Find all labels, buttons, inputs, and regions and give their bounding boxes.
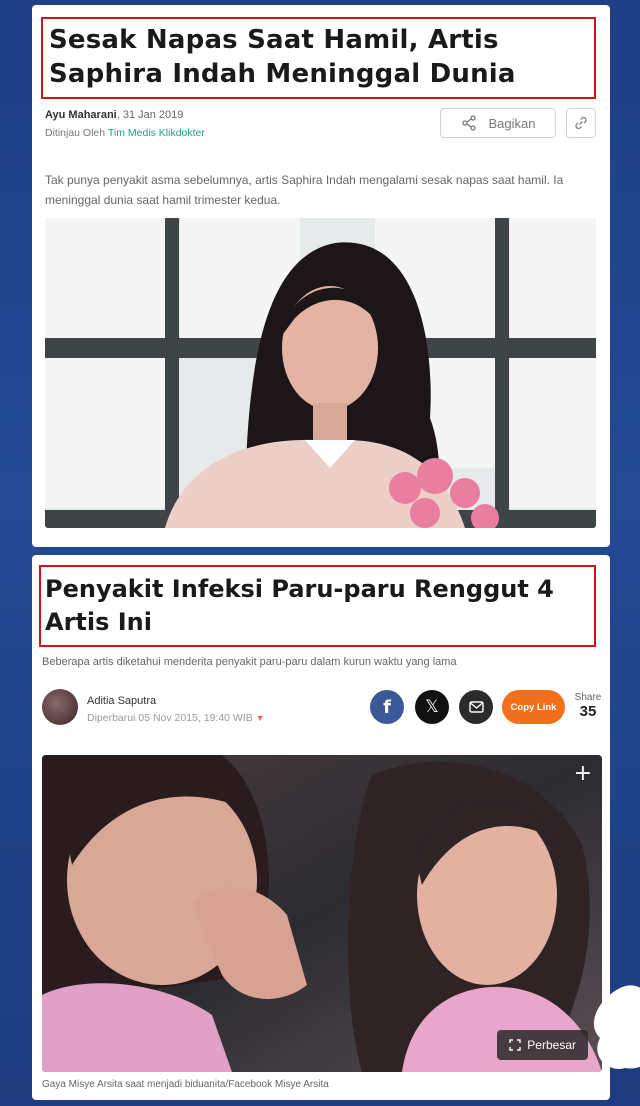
photo-illustration xyxy=(45,218,596,528)
article-headline[interactable]: Penyakit Infeksi Paru-paru Renggut 4 Art… xyxy=(41,567,594,645)
review-info: Ditinjau Oleh Tim Medis Klikdokter xyxy=(45,127,205,139)
photo-caption: Gaya Misye Arsita saat menjadi biduanita… xyxy=(42,1079,329,1090)
article-card-1: Sesak Napas Saat Hamil, Artis Saphira In… xyxy=(32,5,610,547)
chevron-down-icon[interactable]: ▼ xyxy=(256,713,265,723)
updated-text: Diperbarui 05 Nov 2015, 19:40 WIB xyxy=(87,712,253,724)
avatar[interactable] xyxy=(42,689,78,725)
article-photo[interactable]: + Perbesar xyxy=(42,755,602,1072)
share-button[interactable]: Bagikan xyxy=(440,108,556,138)
article-headline[interactable]: Sesak Napas Saat Hamil, Artis Saphira In… xyxy=(43,19,594,95)
headline-highlight: Penyakit Infeksi Paru-paru Renggut 4 Art… xyxy=(39,565,596,647)
expand-icon xyxy=(509,1039,521,1051)
author-name[interactable]: Ayu Maharani xyxy=(45,109,117,121)
article-photo[interactable] xyxy=(45,218,596,528)
link-icon xyxy=(575,116,587,130)
copy-link-button[interactable] xyxy=(566,108,596,138)
article-card-2: Penyakit Infeksi Paru-paru Renggut 4 Art… xyxy=(32,555,610,1100)
decorative-shape xyxy=(594,985,640,1069)
headline-highlight: Sesak Napas Saat Hamil, Artis Saphira In… xyxy=(41,17,596,99)
share-label: Share xyxy=(574,692,602,703)
enlarge-button[interactable]: Perbesar xyxy=(497,1030,588,1060)
x-icon: 𝕏 xyxy=(425,697,439,717)
share-count: Share 35 xyxy=(572,692,604,720)
facebook-share-button[interactable]: f xyxy=(370,690,404,724)
publish-date: , 31 Jan 2019 xyxy=(116,109,184,121)
reviewer-link[interactable]: Tim Medis Klikdokter xyxy=(108,127,205,139)
photo-illustration xyxy=(42,755,602,1072)
share-label: Bagikan xyxy=(488,115,536,131)
facebook-icon: f xyxy=(383,696,391,718)
share-icon xyxy=(461,115,476,131)
mail-icon xyxy=(468,701,484,713)
add-icon[interactable]: + xyxy=(574,761,592,786)
article-subtitle: Beberapa artis diketahui menderita penya… xyxy=(42,656,457,668)
article-lead: Tak punya penyakit asma sebelumnya, arti… xyxy=(45,173,564,207)
review-prefix: Ditinjau Oleh xyxy=(45,127,108,139)
updated-date[interactable]: Diperbarui 05 Nov 2015, 19:40 WIB ▼ xyxy=(87,712,265,724)
author-name[interactable]: Aditia Saputra xyxy=(87,695,156,707)
x-share-button[interactable]: 𝕏 xyxy=(415,690,449,724)
share-number: 35 xyxy=(579,703,597,720)
copy-link-button[interactable]: Copy Link xyxy=(502,690,565,724)
enlarge-label: Perbesar xyxy=(527,1038,576,1052)
email-share-button[interactable] xyxy=(459,690,493,724)
byline: Ayu Maharani, 31 Jan 2019 xyxy=(45,109,183,121)
